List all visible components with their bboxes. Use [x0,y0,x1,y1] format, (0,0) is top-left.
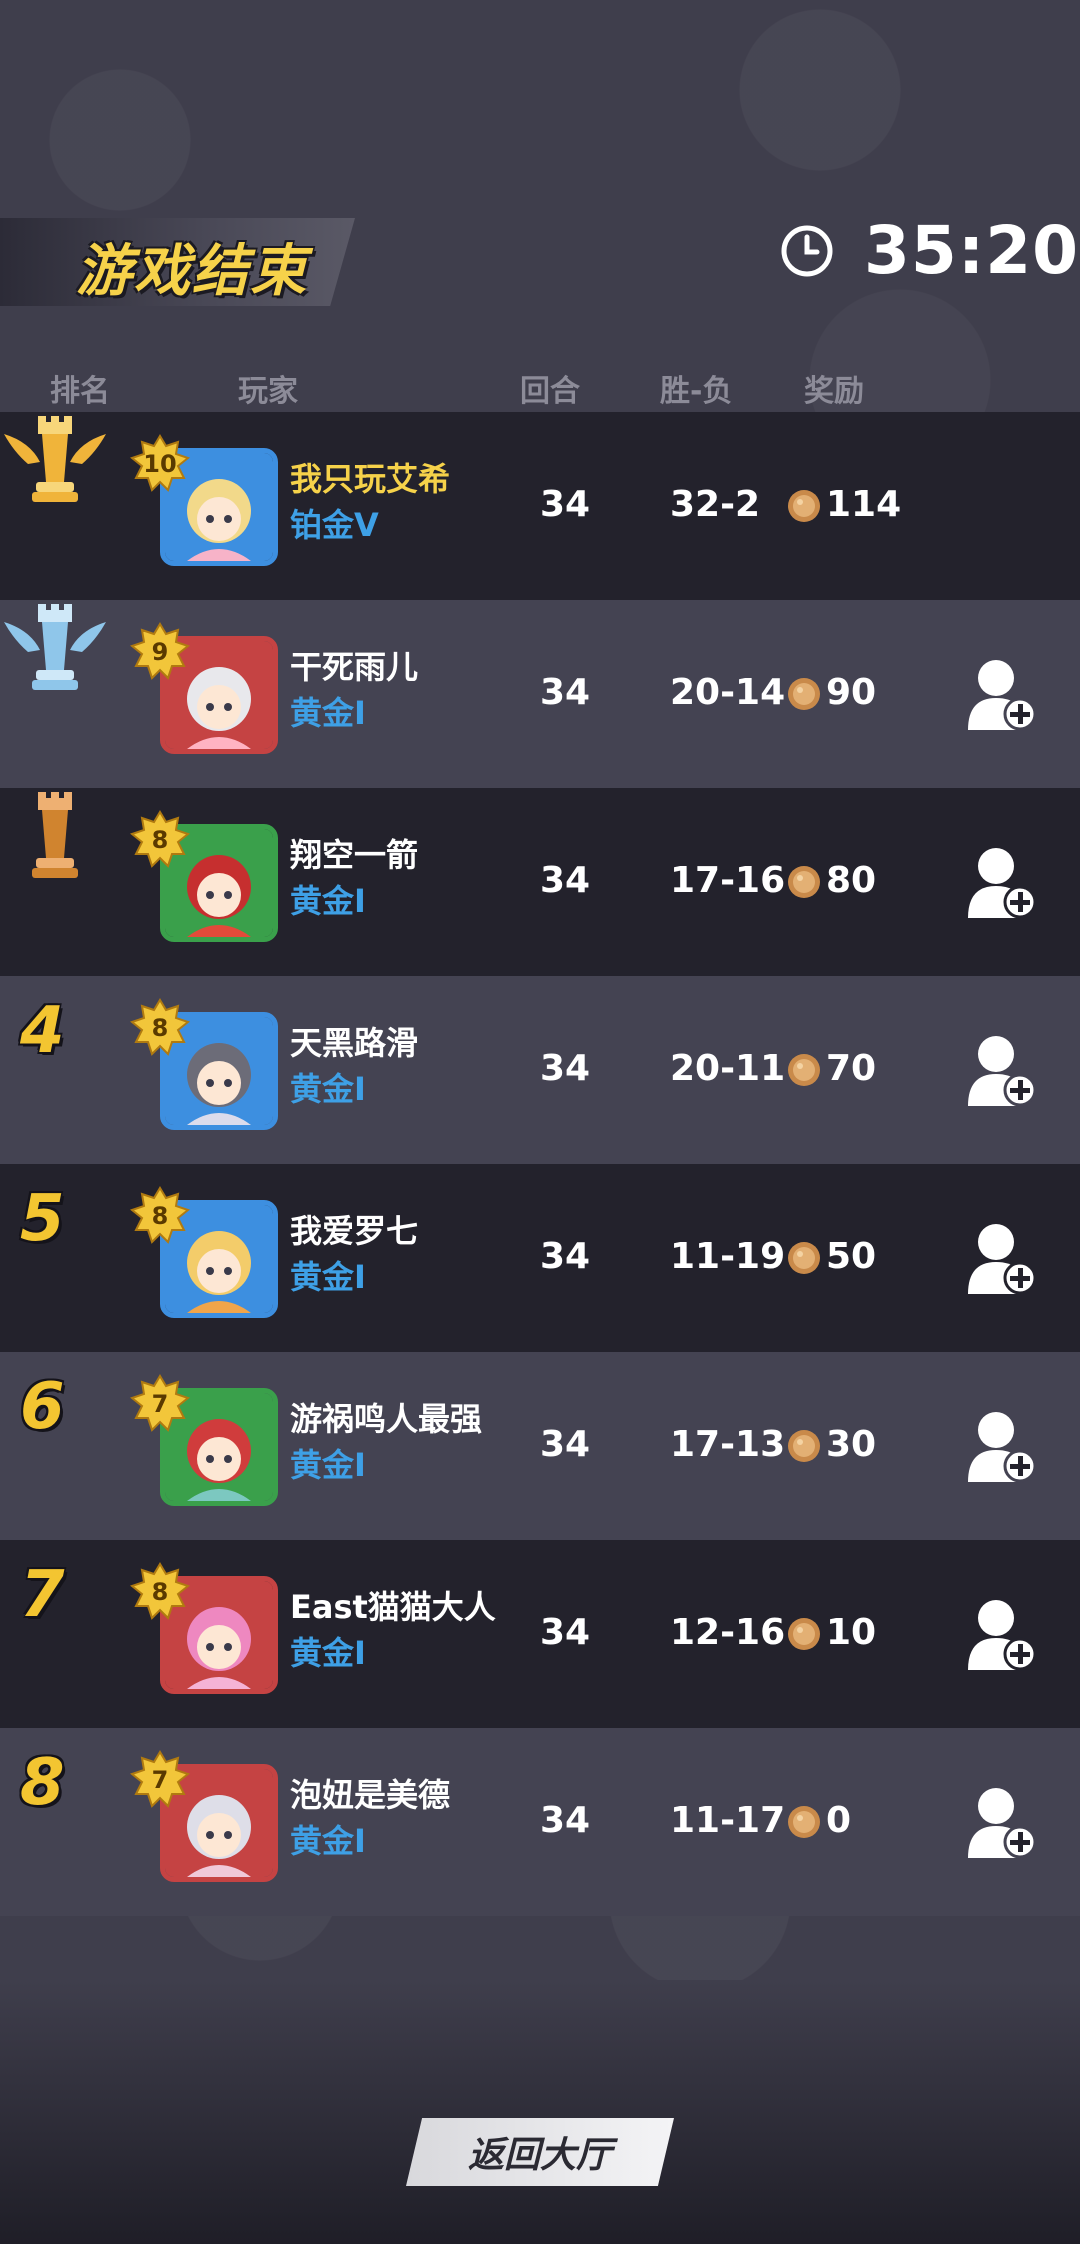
reward-value: 70 [826,1048,877,1089]
player-name[interactable]: 游祸鸣人最强 [290,1394,482,1440]
silver-rook-wings-icon [4,604,106,690]
column-header-reward: 奖励 [804,374,864,409]
clock-icon [781,225,833,277]
table-row: 干死雨儿 黄金I 34 20-14 90 9 [0,600,1080,788]
table-row: 8 泡妞是美德 黄金I 34 11-17 0 7 [0,1728,1080,1916]
return-to-lobby-button[interactable]: 返回大厅 [406,2118,674,2186]
gold-rook-wings-icon [4,416,106,502]
return-to-lobby-label: 返回大厅 [467,2135,612,2176]
rank-number: 5 [20,1182,65,1256]
level-badge: 10 [130,434,190,494]
page-title: 游戏结束 [76,239,308,304]
level-badge: 8 [130,1562,190,1622]
table-row: 我只玩艾希 铂金V 34 32-2 114 10 [0,412,1080,600]
rounds-value: 34 [540,672,591,713]
reward-value: 90 [826,672,877,713]
rank-number: 6 [20,1370,65,1444]
player-level: 7 [151,1390,169,1418]
player-name[interactable]: 泡妞是美德 [290,1770,450,1816]
player-tier: 黄金I [290,1634,366,1672]
level-badge: 9 [130,622,190,682]
player-level: 8 [151,826,169,854]
player-tier: 黄金I [290,1070,366,1108]
reward-value: 30 [826,1424,877,1465]
game-timer: 35:20 [864,212,1080,289]
table-row: 翔空一箭 黄金I 34 17-16 80 8 [0,788,1080,976]
player-level: 8 [151,1578,169,1606]
rank-number: 4 [20,994,65,1068]
player-name[interactable]: 翔空一箭 [290,830,418,876]
level-badge: 8 [130,998,190,1058]
add-friend-icon[interactable] [966,656,1038,732]
player-tier: 黄金I [290,1258,366,1296]
reward-value: 0 [826,1800,852,1841]
reward-value: 50 [826,1236,877,1277]
add-friend-icon[interactable] [966,1032,1038,1108]
player-name[interactable]: 干死雨儿 [290,642,418,688]
rounds-value: 34 [540,1236,591,1277]
rounds-value: 34 [540,1800,591,1841]
rounds-value: 34 [540,1612,591,1653]
table-row: 4 天黑路滑 黄金I 34 20-11 70 8 [0,976,1080,1164]
table-row: 7 East猫猫大人 黄金I 34 12-16 10 8 [0,1540,1080,1728]
player-name[interactable]: East猫猫大人 [290,1582,496,1628]
rank-number: 8 [20,1746,65,1820]
rank-number: 7 [20,1558,65,1632]
column-header-rank: 排名 [50,374,110,409]
add-friend-icon[interactable] [966,1596,1038,1672]
add-friend-icon[interactable] [966,1784,1038,1860]
player-level: 9 [151,638,169,666]
coin-icon [788,490,820,522]
column-header-player: 玩家 [238,374,298,409]
player-name[interactable]: 我爱罗七 [290,1206,418,1252]
coin-icon [788,1618,820,1650]
win-loss-value: 17-13 [670,1424,786,1465]
player-level: 7 [151,1766,169,1794]
player-tier: 黄金I [290,1822,366,1860]
column-header-rounds: 回合 [520,374,580,409]
rounds-value: 34 [540,1424,591,1465]
player-tier: 铂金V [290,506,379,544]
rounds-value: 34 [540,484,591,525]
player-level: 8 [151,1202,169,1230]
coin-icon [788,1806,820,1838]
player-level: 8 [151,1014,169,1042]
coin-icon [788,1242,820,1274]
bottom-fade [0,1980,1080,2244]
bronze-rook-icon [32,792,78,878]
win-loss-value: 11-17 [670,1800,786,1841]
player-name[interactable]: 天黑路滑 [290,1018,418,1064]
win-loss-value: 17-16 [670,860,786,901]
level-badge: 7 [130,1750,190,1810]
player-tier: 黄金I [290,1446,366,1484]
player-tier: 黄金I [290,882,366,920]
player-level: 10 [143,450,177,478]
reward-value: 10 [826,1612,877,1653]
rounds-value: 34 [540,860,591,901]
coin-icon [788,1054,820,1086]
coin-icon [788,1430,820,1462]
win-loss-value: 11-19 [670,1236,786,1277]
win-loss-value: 32-2 [670,484,761,525]
reward-value: 114 [826,484,902,525]
add-friend-icon[interactable] [966,844,1038,920]
win-loss-value: 20-11 [670,1048,786,1089]
win-loss-value: 20-14 [670,672,786,713]
add-friend-icon[interactable] [966,1220,1038,1296]
reward-value: 80 [826,860,877,901]
level-badge: 7 [130,1374,190,1434]
table-row: 6 游祸鸣人最强 黄金I 34 17-13 30 7 [0,1352,1080,1540]
add-friend-icon[interactable] [966,1408,1038,1484]
coin-icon [788,866,820,898]
level-badge: 8 [130,1186,190,1246]
win-loss-value: 12-16 [670,1612,786,1653]
rounds-value: 34 [540,1048,591,1089]
table-row: 5 我爱罗七 黄金I 34 11-19 50 8 [0,1164,1080,1352]
level-badge: 8 [130,810,190,870]
player-name[interactable]: 我只玩艾希 [290,454,450,500]
coin-icon [788,678,820,710]
player-tier: 黄金I [290,694,366,732]
column-header-winloss: 胜-负 [660,374,733,409]
